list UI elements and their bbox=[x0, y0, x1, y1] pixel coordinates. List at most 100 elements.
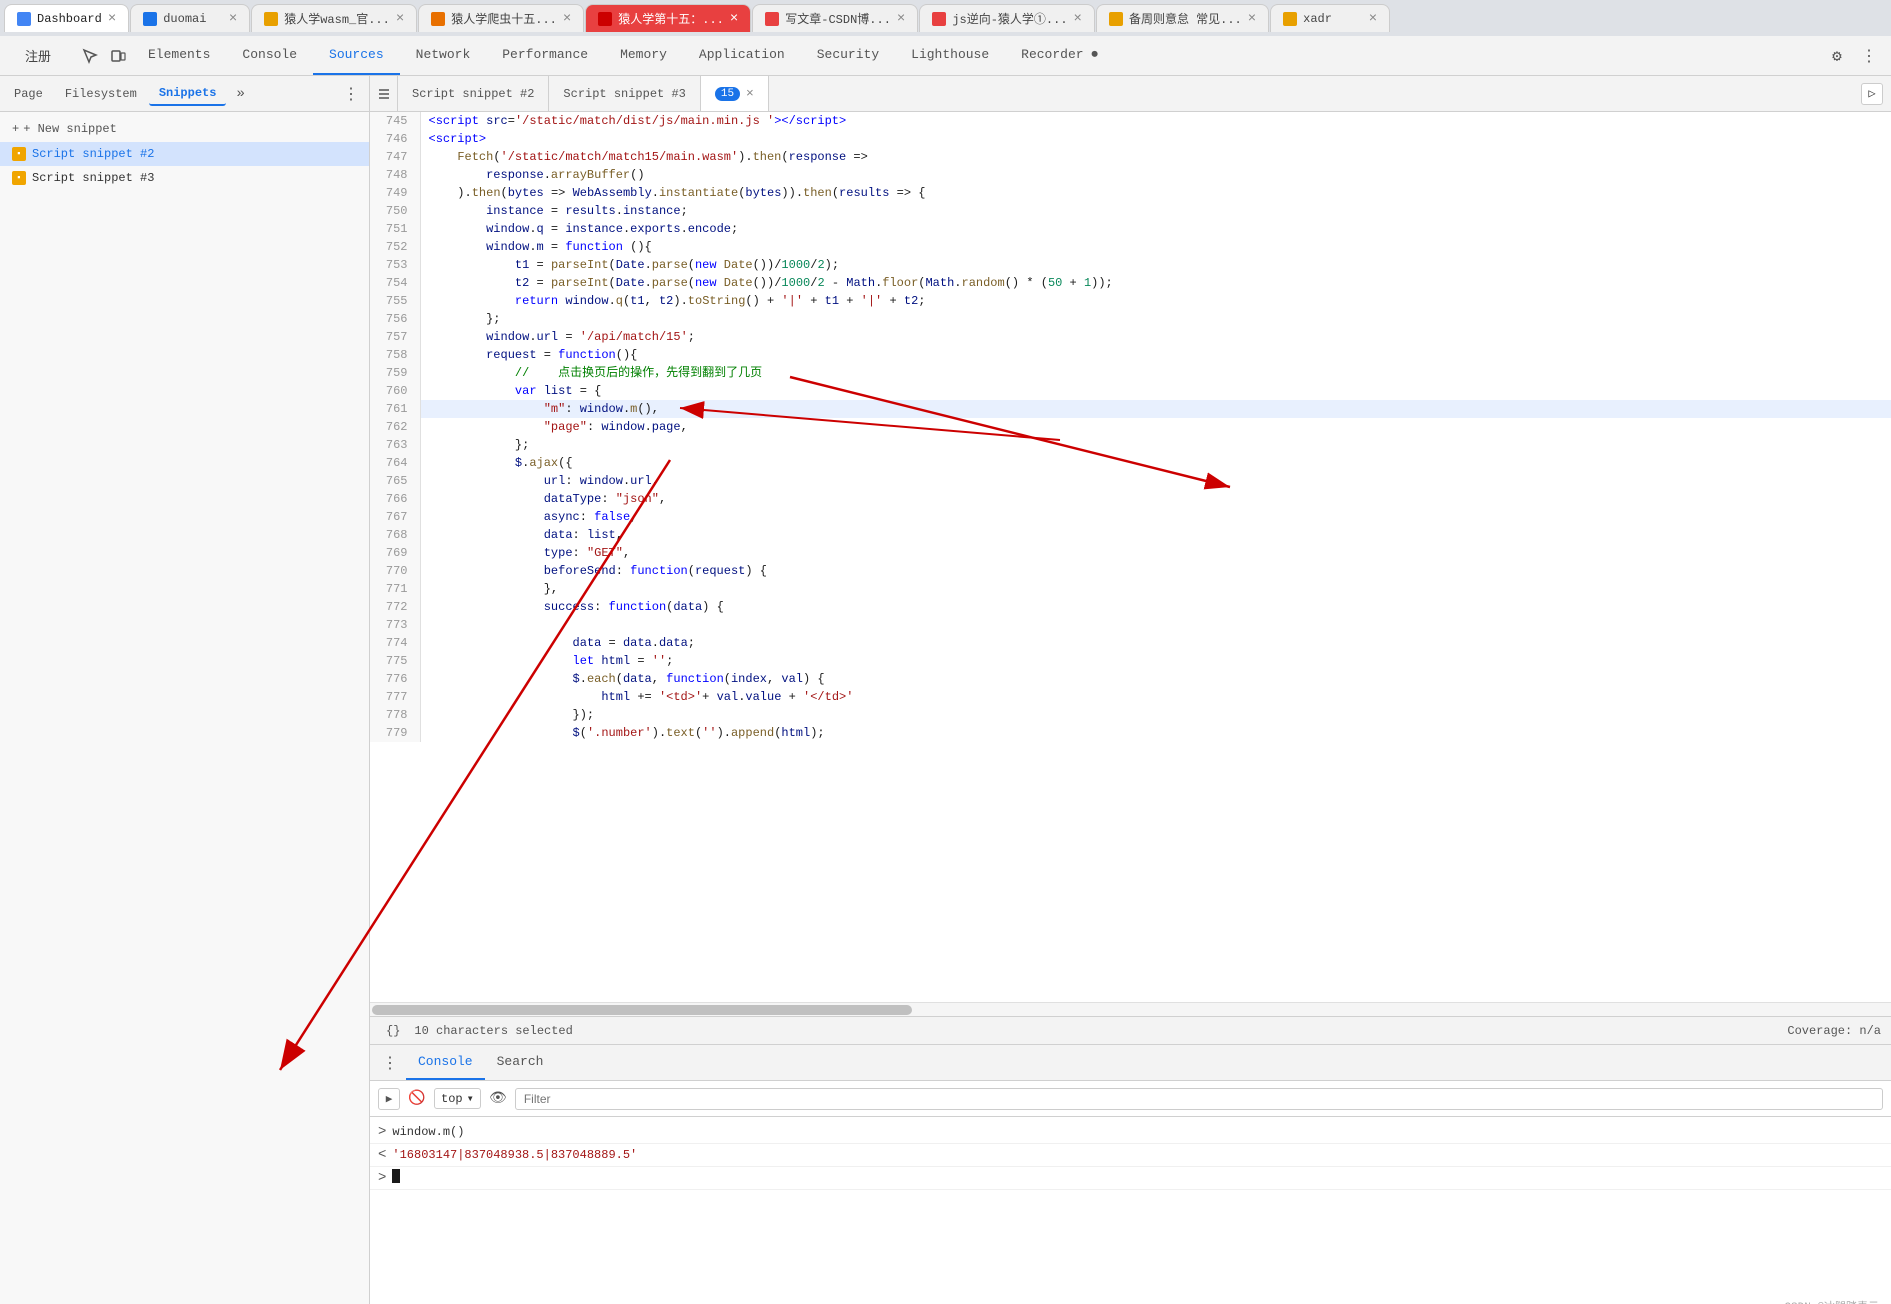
format-button[interactable]: {} bbox=[380, 1022, 406, 1040]
console-line-input: > window.m() bbox=[370, 1121, 1891, 1144]
script-tab-snippet3[interactable]: Script snippet #3 bbox=[549, 76, 700, 111]
more-options-button[interactable]: ⋮ bbox=[1855, 42, 1883, 70]
tab-close-shiwu[interactable]: × bbox=[730, 11, 738, 27]
code-line-753: 753 t1 = parseInt(Date.parse(new Date())… bbox=[370, 256, 1891, 274]
code-line-760: 760 var list = { bbox=[370, 382, 1891, 400]
horizontal-scrollbar[interactable] bbox=[370, 1002, 1891, 1016]
expand-right-button[interactable]: ▷ bbox=[1861, 83, 1883, 105]
bottom-tab-console[interactable]: Console bbox=[406, 1045, 485, 1080]
device-toggle-button[interactable] bbox=[104, 42, 132, 70]
tab-duomai[interactable]: duomai × bbox=[130, 4, 250, 32]
horizontal-scrollbar-thumb[interactable] bbox=[372, 1005, 912, 1015]
tab-dashboard[interactable]: Dashboard × bbox=[4, 4, 129, 32]
console-line-result: < '16803147|837048938.5|837048889.5' bbox=[370, 1144, 1891, 1167]
script-tab-snippet2[interactable]: Script snippet #2 bbox=[398, 76, 549, 111]
console-cursor bbox=[392, 1169, 400, 1183]
tab-label-beian: 备周则意怠 常见... bbox=[1129, 10, 1242, 27]
browser-tab-bar: Dashboard × duomai × 猿人学wasm_官... × 猿人学爬… bbox=[0, 0, 1891, 36]
tab-wasm1[interactable]: 猿人学wasm_官... × bbox=[251, 4, 417, 32]
tab-close-xadr[interactable]: × bbox=[1369, 11, 1377, 27]
code-line-769: 769 type: "GET", bbox=[370, 544, 1891, 562]
code-line-778: 778 }); bbox=[370, 706, 1891, 724]
new-snippet-button[interactable]: + + New snippet bbox=[0, 116, 369, 142]
code-line-774: 774 data = data.data; bbox=[370, 634, 1891, 652]
code-line-766: 766 dataType: "json", bbox=[370, 490, 1891, 508]
sidebar-tab-filesystem[interactable]: Filesystem bbox=[55, 83, 147, 105]
script-tab-15-close[interactable]: × bbox=[746, 86, 754, 101]
tab-close-jsni[interactable]: × bbox=[1074, 11, 1082, 27]
tab-recorder[interactable]: Recorder ⏺ bbox=[1005, 36, 1114, 75]
snippet-icon-3: ▪ bbox=[12, 171, 26, 185]
console-clear-button[interactable]: 🚫 bbox=[406, 1088, 428, 1110]
tab-jsni[interactable]: js逆向-猿人学①... × bbox=[919, 4, 1095, 32]
chevron-down-icon: ▾ bbox=[467, 1091, 474, 1106]
bottom-menu-button[interactable]: ⋮ bbox=[374, 1049, 406, 1077]
console-filter-input[interactable] bbox=[515, 1088, 1883, 1110]
console-eye-button[interactable]: 👁 bbox=[487, 1088, 509, 1110]
console-prompt-line[interactable]: > bbox=[370, 1167, 1891, 1190]
tab-pachong[interactable]: 猿人学爬虫十五... × bbox=[418, 4, 584, 32]
code-line-749: 749 ).then(bytes => WebAssembly.instanti… bbox=[370, 184, 1891, 202]
snippet-icon-2: ▪ bbox=[12, 147, 26, 161]
snippet-item-3[interactable]: ▪ Script snippet #3 bbox=[0, 166, 369, 190]
console-context-selector[interactable]: top ▾ bbox=[434, 1088, 481, 1109]
tab-lighthouse[interactable]: Lighthouse bbox=[895, 36, 1005, 75]
sidebar-tab-more[interactable]: » bbox=[230, 84, 250, 104]
tab-close-pachong[interactable]: × bbox=[563, 11, 571, 27]
script-tabs-bar: Script snippet #2 Script snippet #3 15 ×… bbox=[370, 76, 1891, 112]
tab-icon-jsni bbox=[932, 12, 946, 26]
tab-security[interactable]: Security bbox=[801, 36, 895, 75]
tab-xadr[interactable]: xadr × bbox=[1270, 4, 1390, 32]
tab-close-duomai[interactable]: × bbox=[229, 11, 237, 27]
tab-label-wasm1: 猿人学wasm_官... bbox=[284, 10, 390, 27]
sidebar-tab-page[interactable]: Page bbox=[4, 83, 53, 105]
tab-label-duomai: duomai bbox=[163, 12, 206, 26]
sidebar-tab-snippets[interactable]: Snippets bbox=[149, 82, 227, 106]
tab-sources[interactable]: Sources bbox=[313, 36, 400, 75]
tab-icon-csdn1 bbox=[765, 12, 779, 26]
tab-network[interactable]: Network bbox=[400, 36, 487, 75]
tab-csdn1[interactable]: 写文章-CSDN博... × bbox=[752, 4, 918, 32]
script-tab-snippet2-label: Script snippet #2 bbox=[412, 87, 534, 101]
tab-close-dashboard[interactable]: × bbox=[108, 11, 116, 27]
tab-console[interactable]: Console bbox=[226, 36, 313, 75]
tab-label-xadr: xadr bbox=[1303, 12, 1332, 26]
tab-close-beian[interactable]: × bbox=[1248, 11, 1256, 27]
tab-elements[interactable]: Elements bbox=[132, 36, 226, 75]
code-line-771: 771 }, bbox=[370, 580, 1891, 598]
console-output: > window.m() < '16803147|837048938.5|837… bbox=[370, 1117, 1891, 1304]
console-context-label: top bbox=[441, 1092, 463, 1106]
tab-shiwu[interactable]: 猿人学第十五：... × bbox=[585, 4, 751, 32]
tab-memory[interactable]: Memory bbox=[604, 36, 683, 75]
devtools-tab-list: Elements Console Sources Network Perform… bbox=[132, 36, 1114, 75]
tab-beian[interactable]: 备周则意怠 常见... × bbox=[1096, 4, 1269, 32]
tab-icon-wasm1 bbox=[264, 12, 278, 26]
console-input-text: window.m() bbox=[392, 1123, 464, 1141]
code-line-759: 759 // 点击换页后的操作，先得到翻到了几页 bbox=[370, 364, 1891, 382]
code-line-761: 761 "m": window.m(), bbox=[370, 400, 1891, 418]
code-line-747: 747 Fetch('/static/match/match15/main.wa… bbox=[370, 148, 1891, 166]
code-line-779: 779 $('.number').text('').append(html); bbox=[370, 724, 1891, 742]
script-tab-15[interactable]: 15 × bbox=[701, 76, 769, 111]
tab-icon-shiwu bbox=[598, 12, 612, 26]
tab-close-csdn1[interactable]: × bbox=[897, 11, 905, 27]
code-line-775: 775 let html = ''; bbox=[370, 652, 1891, 670]
tab-close-wasm1[interactable]: × bbox=[396, 11, 404, 27]
code-editor[interactable]: 745 <script src='/static/match/dist/js/m… bbox=[370, 112, 1891, 1002]
tab-label-dashboard: Dashboard bbox=[37, 12, 102, 26]
console-run-button[interactable]: ▶ bbox=[378, 1088, 400, 1110]
code-line-770: 770 beforeSend: function(request) { bbox=[370, 562, 1891, 580]
sidebar-menu-button[interactable]: ⋮ bbox=[337, 82, 365, 106]
bottom-tab-search[interactable]: Search bbox=[485, 1045, 556, 1080]
code-line-755: 755 return window.q(t1, t2).toString() +… bbox=[370, 292, 1891, 310]
snippet-item-2[interactable]: ▪ Script snippet #2 bbox=[0, 142, 369, 166]
code-line-757: 757 window.url = '/api/match/15'; bbox=[370, 328, 1891, 346]
code-line-758: 758 request = function(){ bbox=[370, 346, 1891, 364]
tab-application[interactable]: Application bbox=[683, 36, 801, 75]
tab-performance[interactable]: Performance bbox=[486, 36, 604, 75]
settings-button[interactable]: ⚙ bbox=[1823, 42, 1851, 70]
coverage-status: Coverage: n/a bbox=[1787, 1024, 1881, 1038]
inspect-element-button[interactable] bbox=[76, 42, 104, 70]
code-line-756: 756 }; bbox=[370, 310, 1891, 328]
collapse-sidebar-button[interactable] bbox=[370, 76, 398, 111]
